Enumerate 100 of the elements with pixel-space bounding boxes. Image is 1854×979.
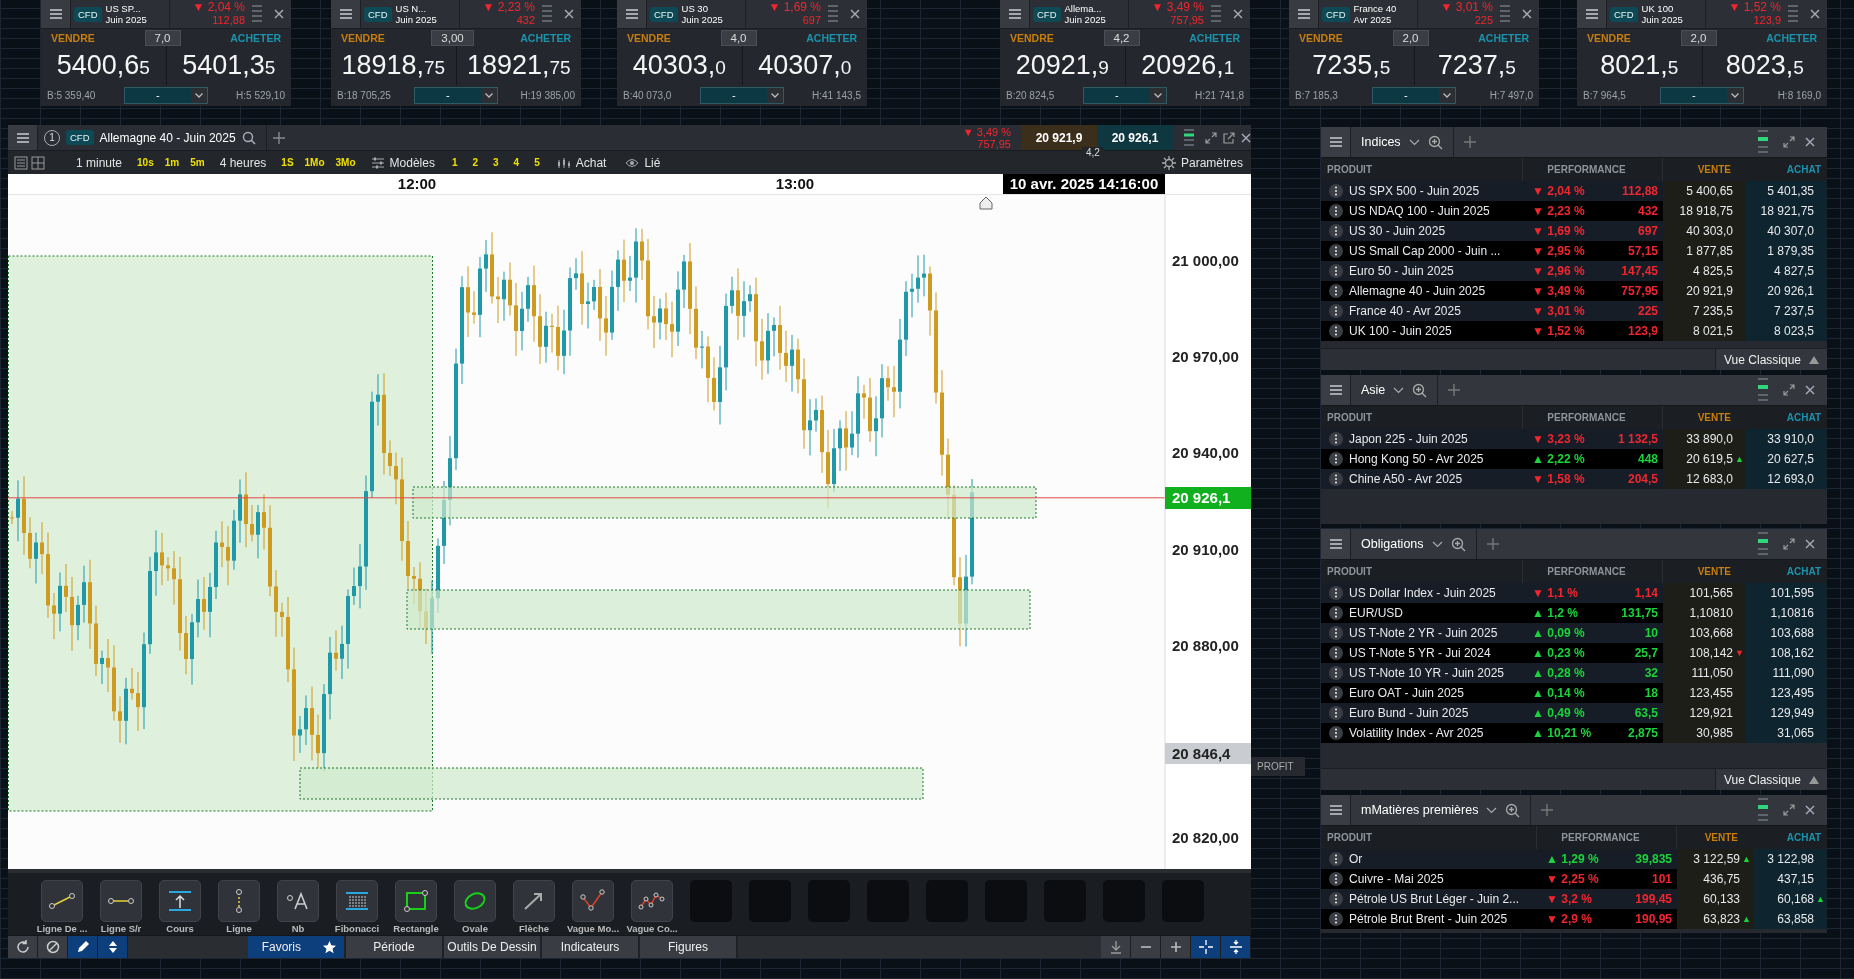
menu-button[interactable] — [331, 0, 361, 28]
more-icon[interactable] — [1329, 244, 1343, 258]
more-icon[interactable] — [1329, 686, 1343, 700]
drawing-tool-button[interactable] — [513, 880, 555, 922]
zoom-in-icon[interactable] — [1427, 134, 1443, 150]
menu-button[interactable] — [1000, 0, 1030, 28]
layout-icon[interactable] — [31, 155, 45, 170]
sell-price[interactable]: 108,142 — [1689, 646, 1733, 660]
watchlist-row[interactable]: Japon 225 - Juin 2025 ▼ 3,23 % 1 132,5 33 890,0 33 910,0 — [1321, 429, 1827, 449]
watchlist-row[interactable]: Euro OAT - Juin 2025 ▲ 0,14 % 18 123,455 123,495 — [1321, 683, 1827, 703]
more-icon[interactable] — [1329, 726, 1343, 740]
period-shortcut[interactable]: 1Mo — [300, 151, 329, 174]
bottom-tab[interactable]: Favoris — [248, 936, 346, 958]
toggle-button[interactable] — [38, 936, 68, 958]
more-icon[interactable] — [1329, 324, 1343, 338]
period-shortcut[interactable]: 3Mo — [331, 151, 360, 174]
more-icon[interactable] — [1329, 852, 1343, 866]
sell-price[interactable]: 63,823 — [1703, 912, 1740, 926]
buy-price-button[interactable]: 7237,5 — [1414, 46, 1539, 85]
quantity-dropdown[interactable]: - — [1659, 86, 1744, 104]
quantity-dropdown[interactable]: - — [1371, 86, 1456, 104]
toggle-button[interactable] — [1191, 936, 1221, 958]
close-icon[interactable] — [1805, 385, 1815, 395]
toggle-button[interactable] — [98, 936, 128, 958]
watchlist-row[interactable]: US SPX 500 - Juin 2025 ▼ 2,04 % 112,88 5 400,65 5 401,35 — [1321, 181, 1827, 201]
expand-icon[interactable] — [1783, 804, 1795, 816]
menu-button[interactable] — [1321, 127, 1351, 157]
more-icon[interactable] — [1329, 606, 1343, 620]
buy-price-button[interactable]: 20926,1 — [1125, 46, 1250, 85]
chevron-down-icon[interactable] — [1408, 138, 1420, 146]
list-icon[interactable] — [14, 155, 28, 170]
view-mode-button[interactable]: Vue Classique — [1715, 769, 1827, 790]
more-icon[interactable] — [1329, 872, 1343, 886]
buy-price-button[interactable]: 5401,35 — [166, 46, 291, 85]
watchlist-row[interactable]: US T-Note 5 YR - Jui 2024 ▲ 0,23 % 25,7 108,142 ▼ 108,162 — [1321, 643, 1827, 663]
link-button[interactable]: Lié — [617, 151, 669, 174]
add-icon[interactable] — [1486, 538, 1499, 550]
watchlist-title[interactable]: mMatières premières — [1361, 803, 1479, 817]
template-slot[interactable]: 5 — [528, 151, 546, 174]
chevron-down-icon[interactable] — [1393, 386, 1405, 394]
order-button[interactable]: Achat — [548, 151, 615, 174]
chevron-down-icon[interactable] — [1486, 806, 1498, 814]
buy-price-button[interactable]: 18921,75 — [456, 46, 581, 85]
watchlist-row[interactable]: Chine A50 - Avr 2025 ▼ 1,58 % 204,5 12 683,0 12 693,0 — [1321, 469, 1827, 489]
more-icon[interactable] — [1329, 264, 1343, 278]
menu-button[interactable] — [1321, 529, 1351, 559]
toggle-button[interactable] — [1131, 936, 1161, 958]
watchlist-row[interactable]: France 40 - Avr 2025 ▼ 3,01 % 225 7 235,5 7 237,5 — [1321, 301, 1827, 321]
template-slot[interactable]: 1 — [445, 151, 464, 174]
more-icon[interactable] — [1329, 706, 1343, 720]
watchlist-row[interactable]: US Small Cap 2000 - Juin ... ▼ 2,95 % 57,15 1 877,85 1 879,35 — [1321, 241, 1827, 261]
bottom-tab[interactable]: Indicateurs — [542, 936, 640, 958]
more-icon[interactable] — [1329, 646, 1343, 660]
quantity-dropdown[interactable]: - — [123, 86, 208, 104]
templates-button[interactable]: Modèles — [362, 151, 443, 174]
drawing-tool-button[interactable] — [395, 880, 437, 922]
bottom-tab[interactable]: Figures — [640, 936, 738, 958]
more-icon[interactable] — [1329, 472, 1343, 486]
timeframe-dropdown[interactable]: 1 minute — [68, 151, 131, 174]
more-icon[interactable] — [1329, 184, 1343, 198]
buy-price-button[interactable]: 40307,0 — [742, 46, 867, 85]
sell-price[interactable]: 20 619,5 — [1686, 452, 1733, 466]
buy-price-button[interactable]: 8023,5 — [1702, 46, 1827, 85]
timeframe-shortcut[interactable]: 1m — [160, 151, 184, 174]
popout-icon[interactable] — [1223, 131, 1235, 144]
more-icon[interactable] — [1329, 452, 1343, 466]
menu-button[interactable] — [1577, 0, 1607, 28]
menu-button[interactable] — [1321, 795, 1351, 825]
watchlist-row[interactable]: Hong Kong 50 - Avr 2025 ▲ 2,22 % 448 20 619,5 ▲ 20 627,5 — [1321, 449, 1827, 469]
watchlist-row[interactable]: Or ▲ 1,29 % 39,835 3 122,59 ▲ 3 122,98 — [1321, 849, 1827, 869]
zoom-in-icon[interactable] — [1505, 802, 1521, 818]
bottom-tab[interactable]: Outils De Dessin — [444, 936, 542, 958]
more-icon[interactable] — [1329, 892, 1343, 906]
add-icon[interactable] — [1463, 136, 1476, 148]
chevron-down-icon[interactable] — [1431, 540, 1443, 548]
quantity-dropdown[interactable]: - — [699, 86, 784, 104]
drawing-tool-button[interactable] — [631, 880, 673, 922]
more-icon[interactable] — [1329, 912, 1343, 926]
watchlist-title[interactable]: Obligations — [1361, 537, 1424, 551]
more-icon[interactable] — [1329, 284, 1343, 298]
quantity-dropdown[interactable]: - — [413, 86, 498, 104]
expand-icon[interactable] — [1783, 538, 1795, 550]
more-icon[interactable] — [1329, 204, 1343, 218]
watchlist-row[interactable]: Volatility Index - Avr 2025 ▲ 10,21 % 2,875 30,985 31,065 — [1321, 723, 1827, 743]
drawing-tool-button[interactable] — [277, 880, 319, 922]
settings-button[interactable]: Paramètres — [1153, 151, 1251, 174]
watchlist-row[interactable]: Allemagne 40 - Juin 2025 ▼ 3,49 % 757,95 20 921,9 20 926,1 — [1321, 281, 1827, 301]
zoom-in-icon[interactable] — [1450, 536, 1466, 552]
drawing-tool-button[interactable] — [336, 880, 378, 922]
period-shortcut[interactable]: 1S — [277, 151, 298, 174]
close-icon[interactable] — [1805, 805, 1815, 815]
drawing-tool-button[interactable] — [572, 880, 614, 922]
watchlist-row[interactable]: Cuivre - Mai 2025 ▼ 2,25 % 101 436,75 437,15 — [1321, 869, 1827, 889]
watchlist-row[interactable]: US 30 - Juin 2025 ▼ 1,69 % 697 40 303,0 40 307,0 — [1321, 221, 1827, 241]
add-icon[interactable] — [272, 131, 285, 144]
watchlist-row[interactable]: EUR/USD ▲ 1,2 % 131,75 1,10810 1,10816 — [1321, 603, 1827, 623]
add-icon[interactable] — [1541, 804, 1554, 816]
timeframe-shortcut[interactable]: 5m — [186, 151, 209, 174]
period-dropdown[interactable]: 4 heures — [211, 151, 275, 174]
expand-icon[interactable] — [1205, 131, 1217, 144]
